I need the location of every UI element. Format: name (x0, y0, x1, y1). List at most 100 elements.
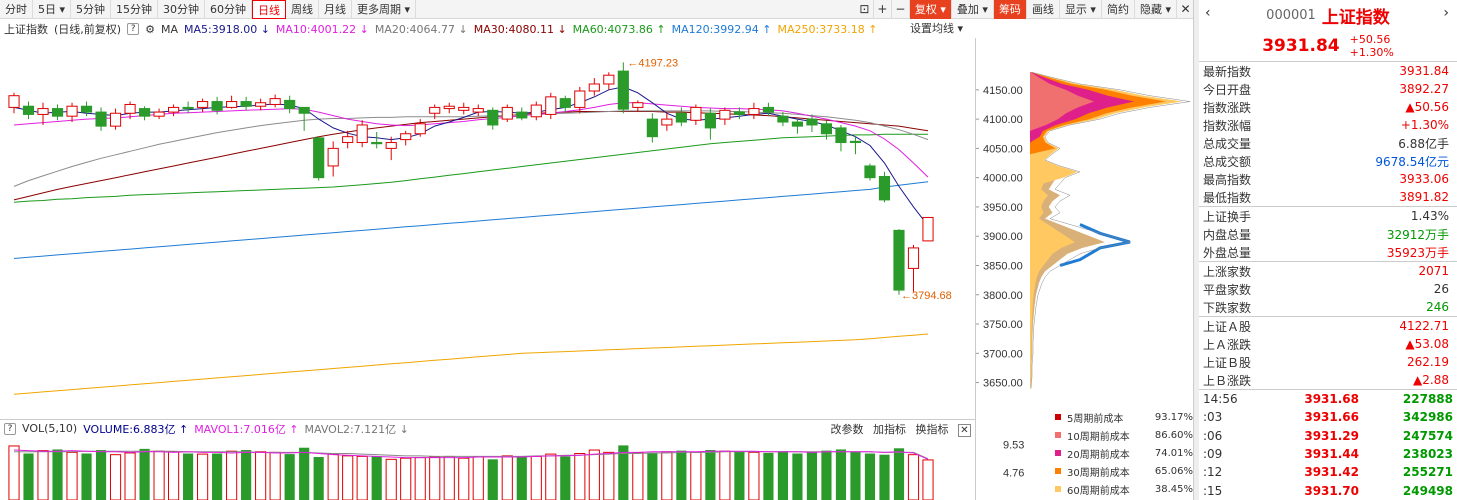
stat-value: 3892.27 (1399, 82, 1449, 96)
tick-row: 14:56 3931.68 227888 (1199, 390, 1457, 408)
period-5min[interactable]: 5分钟 (71, 0, 112, 19)
stat-label: 上Ｂ涨跌 (1203, 373, 1252, 388)
stat-label: 上证Ｂ股 (1203, 355, 1252, 370)
tick-price: 3931.70 (1304, 483, 1359, 498)
candle-body-up (443, 105, 455, 110)
edit-params-button[interactable]: 改参数 (831, 423, 864, 436)
period-15min[interactable]: 15分钟 (111, 0, 159, 19)
next-arrow-icon[interactable]: › (1443, 5, 1449, 21)
tick-row: :09 3931.44 238023 (1199, 445, 1457, 463)
period-5day[interactable]: 5日 ▾ (33, 0, 72, 19)
cost-value: 93.17% (1154, 411, 1193, 423)
y-tick-label: 3950.00 (983, 202, 1023, 214)
volume-bar-up (124, 452, 136, 500)
volume-y-tick: 9.53 (1003, 440, 1024, 452)
volume-bar-up (588, 449, 600, 500)
symbol-name: 上证指数 (4, 23, 48, 36)
y-tick-label: 3650.00 (983, 378, 1023, 390)
cost-label: 10周期前成本 (1067, 431, 1130, 443)
candle-body-down (893, 229, 905, 291)
zoom-out-icon[interactable]: − (892, 0, 910, 19)
volume-bar-down (792, 453, 803, 500)
candle-body-up (530, 104, 542, 118)
candle-body-up (501, 106, 513, 120)
candle (168, 104, 180, 117)
stat-row: 上证Ｂ股 262.19 (1199, 353, 1457, 371)
switch-indicator-button[interactable]: 换指标 (916, 423, 949, 436)
volume-bar-down (284, 454, 295, 500)
ma60-line (13, 133, 928, 203)
period-monthly[interactable]: 月线 (319, 0, 353, 19)
candle-body-up (327, 147, 339, 167)
candle (864, 163, 876, 181)
candle-body-down (516, 111, 528, 119)
candle-body-up (400, 133, 412, 141)
axis-divider (975, 38, 976, 500)
candle (458, 102, 470, 115)
cost-swatch (1055, 432, 1061, 438)
stat-label: 上证换手 (1203, 209, 1252, 224)
stats-group: 上证Ａ股 4122.71 上Ａ涨跌 ▲53.08 上证Ｂ股 262.19 上Ｂ涨跌 ▲2.88 (1199, 316, 1457, 389)
display-button[interactable]: 显示 ▾ (1060, 0, 1102, 19)
period-more[interactable]: 更多周期 ▾ (352, 0, 417, 19)
volume-bar-up (8, 445, 20, 500)
candle-body-up (385, 142, 397, 149)
volume-chart[interactable]: 9.53 4.76 (0, 437, 1050, 500)
volume-bar-up (922, 459, 934, 500)
ma-info-bar: 上证指数 (日线,前复权) ? ⚙ MA MA5:3918.00 ↓ MA10:… (0, 20, 975, 38)
lock-icon[interactable]: ⊡ (856, 0, 874, 19)
candle (588, 78, 600, 96)
stat-row: 指数涨幅 +1.30% (1199, 116, 1457, 134)
candle (748, 102, 760, 120)
stat-row: 上Ａ涨跌 ▲53.08 (1199, 335, 1457, 353)
period-fenshi[interactable]: 分时 (0, 0, 33, 19)
candle (777, 112, 789, 127)
tick-price: 3931.68 (1304, 392, 1359, 407)
period-30min[interactable]: 30分钟 (158, 0, 206, 19)
hide-button[interactable]: 隐藏 ▾ (1135, 0, 1177, 19)
stats-group: 上证换手 1.43% 内盘总量 32912万手 外盘总量 35923万手 (1199, 206, 1457, 261)
period-weekly[interactable]: 周线 (286, 0, 320, 19)
ma20-line (13, 110, 929, 187)
chips-button[interactable]: 筹码 (993, 0, 1027, 19)
candle (95, 107, 107, 131)
adjust-button[interactable]: 复权 ▾ (909, 0, 952, 19)
simple-button[interactable]: 简约 (1102, 0, 1135, 19)
price-chart[interactable]: 4150.00 4100.00 4050.00 4000.00 3950.00 3900.… (0, 38, 1195, 418)
volume-bar-down (835, 449, 847, 500)
volume-bar-up (719, 450, 731, 500)
tick-row: :03 3931.66 342986 (1199, 408, 1457, 426)
stat-value: 3931.84 (1399, 64, 1449, 78)
candle (835, 124, 847, 152)
overlay-button[interactable]: 叠加 ▾ (952, 0, 994, 19)
volume-bar-down (676, 450, 687, 500)
stats-group: 上涨家数 2071 平盘家数 26 下跌家数 246 (1199, 261, 1457, 316)
stat-value: ▲53.08 (1405, 337, 1449, 351)
help-icon[interactable]: ? (127, 23, 140, 35)
stat-label: 指数涨跌 (1203, 100, 1252, 115)
tick-time: :06 (1203, 428, 1223, 443)
zoom-in-icon[interactable]: + (874, 0, 892, 19)
prev-arrow-icon[interactable]: ‹ (1205, 5, 1211, 21)
volume-bar-down (487, 459, 498, 500)
stat-label: 总成交量 (1203, 136, 1252, 151)
ma-settings-button[interactable]: 设置均线 ▾ (910, 20, 963, 36)
add-indicator-button[interactable]: 加指标 (873, 423, 906, 436)
candle (878, 171, 891, 203)
draw-line-button[interactable]: 画线 (1027, 0, 1060, 19)
period-60min[interactable]: 60分钟 (205, 0, 253, 19)
ma5-line (13, 86, 929, 227)
candle (197, 98, 209, 113)
candle-body-up (153, 111, 165, 117)
volume-close-icon[interactable]: ✕ (958, 424, 971, 437)
candle-body-up (603, 74, 615, 85)
candle (284, 95, 296, 114)
volume-bar-up (545, 453, 557, 500)
volume-help-icon[interactable]: ? (4, 422, 16, 435)
candle (8, 92, 20, 114)
candle-body-down (878, 175, 891, 201)
ma5-value: MA5:3918.00 ↓ (183, 22, 270, 36)
stat-row: 最低指数 3891.82 (1199, 188, 1457, 206)
settings-gear-icon[interactable]: ⚙ (145, 23, 155, 36)
period-daily[interactable]: 日线 (252, 0, 287, 19)
